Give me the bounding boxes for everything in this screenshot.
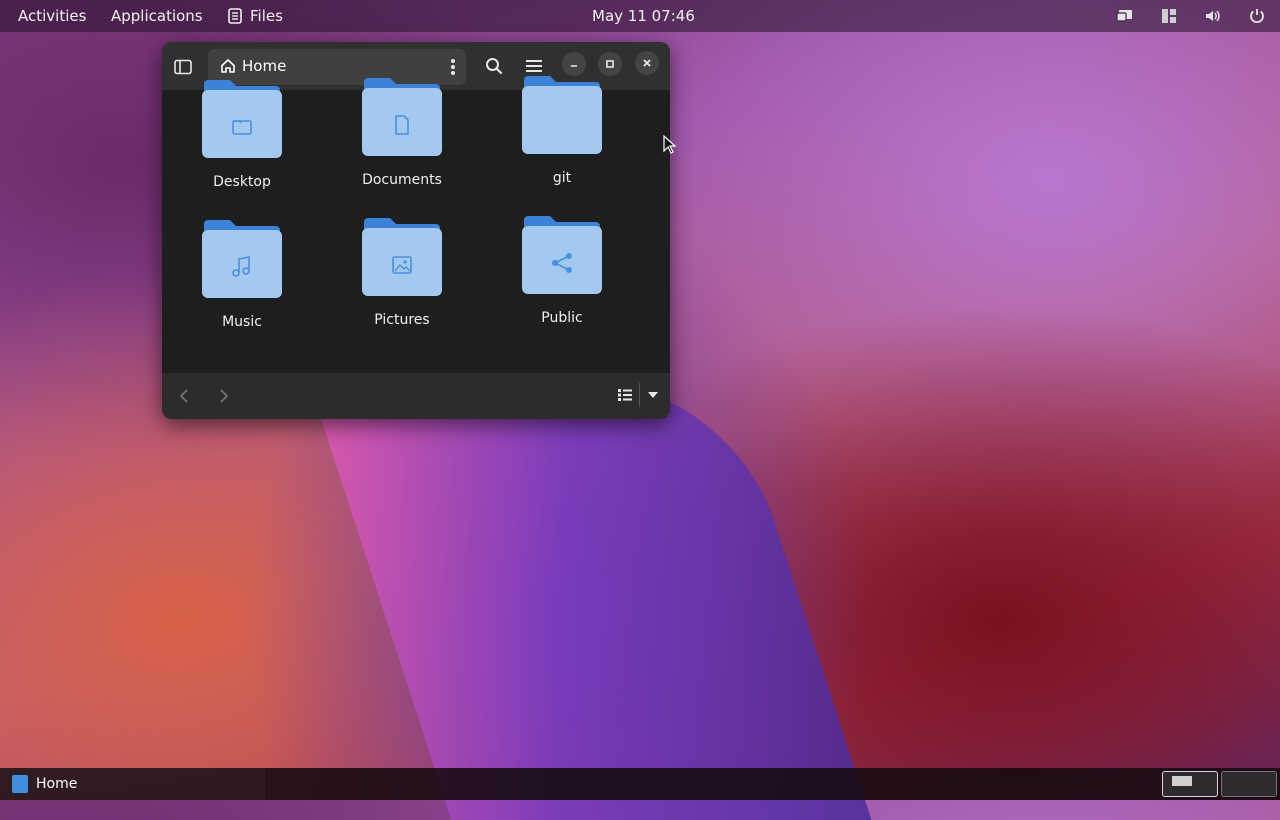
folder-item-public[interactable]: Public [492, 214, 632, 344]
folder-label: git [552, 170, 572, 186]
workspace-1[interactable] [1162, 771, 1218, 797]
workspace-2[interactable] [1221, 771, 1277, 797]
view-options-dropdown-icon [648, 392, 658, 398]
files-app-menu[interactable]: Files [228, 0, 283, 32]
workspace-window-thumbnail [1172, 776, 1192, 786]
folder-item-music[interactable]: Music [172, 218, 312, 348]
maximize-button[interactable] [598, 52, 622, 76]
taskbar-item-label: Home [36, 776, 78, 792]
files-app-icon [228, 8, 242, 24]
folder-label: Music [222, 314, 262, 330]
forward-icon [220, 389, 229, 403]
forward-button[interactable] [214, 385, 234, 407]
folder-icon [362, 218, 442, 296]
icon-grid: Desktop Documents git Music Pictures Public [162, 76, 670, 373]
activities-label: Activities [18, 7, 87, 25]
list-view-button[interactable] [614, 384, 636, 406]
maximize-icon [606, 60, 614, 68]
minimize-icon [571, 65, 577, 67]
power-icon[interactable] [1248, 7, 1266, 25]
file-view[interactable]: Desktop Documents git Music Pictures Public [162, 76, 670, 373]
folder-label: Pictures [374, 312, 430, 328]
list-view-icon [618, 389, 632, 401]
folder-label: Public [541, 310, 583, 326]
activities-button[interactable]: Activities [18, 0, 86, 32]
folder-icon [522, 76, 602, 154]
applications-label: Applications [111, 7, 203, 25]
top-bar: Activities Applications Files May 11 07:… [0, 0, 1280, 32]
files-app-icon [12, 775, 28, 793]
applications-menu[interactable]: Applications [111, 0, 203, 32]
hamburger-menu-icon [526, 60, 542, 72]
volume-icon[interactable] [1204, 7, 1222, 25]
folder-icon [362, 78, 442, 156]
folder-item-git[interactable]: git [492, 74, 632, 204]
taskbar: Home [0, 768, 1280, 800]
back-button[interactable] [174, 385, 194, 407]
folder-icon [202, 220, 282, 298]
search-icon [486, 58, 503, 75]
folder-label: Desktop [213, 174, 271, 190]
path-label: Home [242, 57, 287, 75]
close-button[interactable] [635, 51, 659, 75]
system-tray [1116, 0, 1266, 32]
folder-icon [202, 80, 282, 158]
clock-label: May 11 07:46 [592, 7, 695, 25]
clock[interactable]: May 11 07:46 [592, 0, 695, 32]
workspace-icon[interactable] [1160, 7, 1178, 25]
window-footer [162, 373, 670, 419]
close-icon [643, 59, 651, 67]
home-icon [221, 59, 235, 73]
folder-icon [522, 216, 602, 294]
back-icon [179, 389, 188, 403]
wallpaper-ribbon [308, 380, 872, 820]
files-window: Home Desktop Documents git Music Picture… [162, 42, 670, 419]
taskbar-item-home[interactable]: Home [0, 768, 265, 800]
mouse-cursor-icon [663, 135, 677, 154]
folder-item-documents[interactable]: Documents [332, 76, 472, 206]
path-menu-icon [451, 59, 455, 75]
sidebar-toggle-icon [174, 59, 192, 75]
sidebar-toggle-button[interactable] [170, 54, 196, 80]
footer-divider [639, 383, 640, 407]
files-app-label: Files [250, 7, 283, 25]
minimize-button[interactable] [562, 52, 586, 76]
screen-share-icon[interactable] [1116, 7, 1134, 25]
folder-item-desktop[interactable]: Desktop [172, 78, 312, 208]
view-options-button[interactable] [642, 384, 664, 406]
folder-label: Documents [362, 172, 442, 188]
folder-item-pictures[interactable]: Pictures [332, 216, 472, 346]
